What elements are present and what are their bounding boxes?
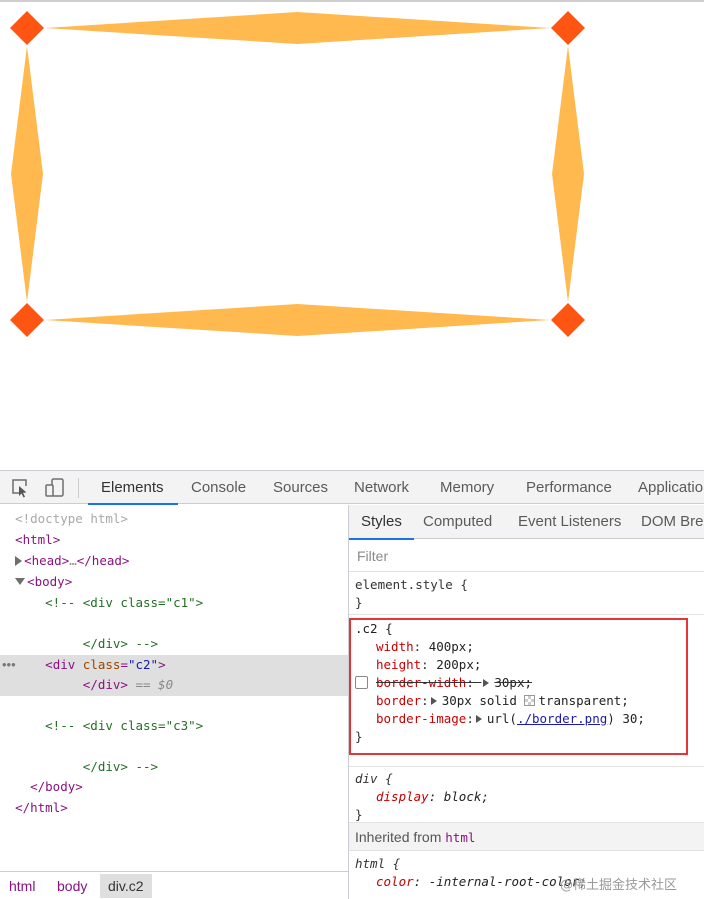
- comment-text: </div> -->: [82, 759, 159, 774]
- toolbar-separator: [78, 478, 79, 498]
- breadcrumb: html body div.c2: [0, 871, 348, 899]
- frame-right-edge: [552, 46, 584, 302]
- dom-comment-c3-close[interactable]: </div> -->: [0, 757, 348, 777]
- div-ua-rule: div { display: block; }: [349, 769, 704, 823]
- devtools-toolbar: Elements Console Sources Network Memory …: [0, 471, 704, 505]
- frame-top-edge: [45, 12, 550, 44]
- page-preview: [0, 0, 704, 470]
- tab-computed[interactable]: Computed: [423, 505, 492, 539]
- tab-sources[interactable]: Sources: [273, 471, 328, 504]
- doctype-text: <!doctype html>: [15, 511, 128, 526]
- dom-div-c2-close[interactable]: </div> == $0: [0, 675, 348, 695]
- html-selector[interactable]: html {: [355, 855, 400, 873]
- head-close-tag: </head>: [76, 553, 130, 568]
- prop-name: color: [376, 874, 414, 889]
- inspect-cursor-icon[interactable]: [10, 477, 32, 499]
- border-image-frame: [10, 11, 585, 337]
- collapse-triangle-icon[interactable]: [15, 578, 26, 585]
- rule-close-brace: }: [355, 807, 363, 822]
- tab-styles[interactable]: Styles: [349, 505, 414, 540]
- tab-performance[interactable]: Performance: [526, 471, 612, 504]
- selected-marker: == $0: [127, 677, 174, 692]
- div-selector[interactable]: div {: [355, 770, 393, 788]
- comment-text: <!-- <div class="c1">: [45, 595, 204, 610]
- tab-application[interactable]: Applicatio: [638, 471, 703, 504]
- color-declaration: color: -internal-root-color;: [376, 874, 587, 889]
- watermark: @稀土掘金技术社区: [560, 878, 678, 893]
- dom-comment-c1-close[interactable]: </div> -->: [0, 634, 348, 654]
- frame-corner-top-right: [551, 11, 585, 45]
- dom-head[interactable]: <head>…</head>: [0, 551, 348, 571]
- more-dots-icon[interactable]: •••: [2, 655, 16, 675]
- div-attr-name: class: [82, 657, 121, 672]
- inherited-label: Inherited from: [355, 829, 442, 845]
- expand-triangle-icon[interactable]: [15, 556, 23, 566]
- dom-html[interactable]: <html>: [0, 530, 348, 550]
- dom-comment-c1-open[interactable]: <!-- <div class="c1">: [0, 593, 348, 613]
- tab-console[interactable]: Console: [191, 471, 246, 504]
- tab-memory[interactable]: Memory: [440, 471, 494, 504]
- body-close-tag: </body>: [30, 779, 83, 794]
- div-attr-value: "c2": [127, 657, 159, 672]
- frame-corner-top-left: [10, 11, 44, 45]
- tab-event-listeners[interactable]: Event Listeners: [518, 505, 621, 539]
- div-tag-name: div: [52, 657, 76, 672]
- dom-div-c2-open[interactable]: ••• <div class="c2">: [0, 655, 348, 675]
- frame-bottom-edge: [45, 304, 550, 336]
- frame-left-edge: [11, 46, 43, 302]
- breadcrumb-div-c2[interactable]: div.c2: [100, 874, 152, 898]
- prop-value: block;: [443, 789, 489, 804]
- tab-network[interactable]: Network: [354, 471, 409, 504]
- body-open-tag: <body>: [27, 574, 73, 589]
- html-open-tag: <html>: [15, 532, 61, 547]
- frame-corner-bottom-left: [10, 303, 44, 337]
- sidebar-tabs: Styles Computed Event Listeners DOM Brea: [349, 505, 704, 540]
- filter-input[interactable]: [353, 544, 693, 568]
- comment-text: </div> -->: [82, 636, 159, 651]
- inherited-tag-link[interactable]: html: [445, 830, 475, 845]
- breadcrumb-body[interactable]: body: [57, 878, 87, 894]
- dom-body[interactable]: <body>: [0, 572, 348, 592]
- breadcrumb-html[interactable]: html: [9, 878, 35, 894]
- prop-name: display: [376, 789, 429, 804]
- dom-html-close[interactable]: </html>: [0, 798, 348, 818]
- dom-body-close[interactable]: </body>: [0, 777, 348, 797]
- element-style-rule: element.style { }: [349, 573, 704, 615]
- html-close-tag: </html>: [15, 800, 68, 815]
- tab-dom-breakpoints[interactable]: DOM Brea: [641, 505, 704, 539]
- comment-text: <!-- <div class="c3">: [45, 718, 204, 733]
- device-toggle-icon[interactable]: [44, 477, 66, 499]
- head-open-tag: <head>: [24, 553, 70, 568]
- head-ellipsis: …: [69, 553, 77, 568]
- dom-doctype[interactable]: <!doctype html>: [0, 509, 348, 529]
- inherited-header: Inherited from html: [349, 823, 704, 851]
- tab-elements[interactable]: Elements: [88, 471, 177, 505]
- dom-tree: <!doctype html> <html> <head>…</head> <b…: [0, 505, 348, 871]
- annotation-highlight-box: [349, 618, 688, 755]
- dom-comment-c3-open[interactable]: <!-- <div class="c3">: [0, 716, 348, 736]
- frame-corner-bottom-right: [551, 303, 585, 337]
- display-declaration: display: block;: [376, 789, 489, 804]
- rule-close-brace: }: [355, 595, 363, 610]
- div-close-tag: </div>: [82, 677, 128, 692]
- filter-bar: [349, 540, 704, 572]
- element-style-selector[interactable]: element.style {: [355, 576, 468, 594]
